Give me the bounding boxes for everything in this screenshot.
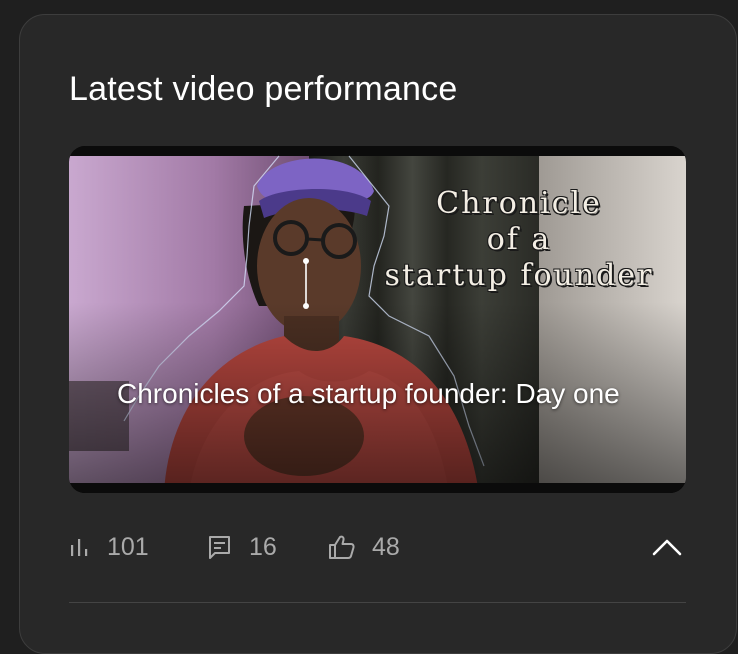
views-count: 101 xyxy=(107,532,149,561)
thumbnail-overlay-text: Chronicle of a startup founder xyxy=(369,186,669,294)
views-stat: 101 xyxy=(69,525,149,569)
video-stats-row: 101 16 48 xyxy=(69,525,686,569)
video-thumbnail[interactable]: Chronicle of a startup founder Chronicle… xyxy=(69,146,686,493)
chevron-up-icon xyxy=(652,539,682,556)
comment-icon xyxy=(209,536,230,559)
video-title[interactable]: Chronicles of a startup founder: Day one xyxy=(117,370,637,418)
latest-video-performance-card: Latest video performance Chronicle of a … xyxy=(19,14,737,654)
thumbs-up-icon xyxy=(329,535,355,559)
thumbnail-text-line: startup founder xyxy=(384,258,654,293)
comments-stat: 16 xyxy=(207,525,277,569)
likes-stat: 48 xyxy=(328,525,400,569)
likes-count: 48 xyxy=(372,532,400,561)
collapse-button[interactable] xyxy=(647,525,687,569)
thumbnail-text-line: of a xyxy=(486,222,552,257)
divider xyxy=(69,602,686,603)
bar-chart-icon xyxy=(71,539,88,556)
comments-count: 16 xyxy=(249,532,277,561)
thumbnail-text-line: Chronicle xyxy=(436,186,602,221)
card-title: Latest video performance xyxy=(69,70,458,108)
